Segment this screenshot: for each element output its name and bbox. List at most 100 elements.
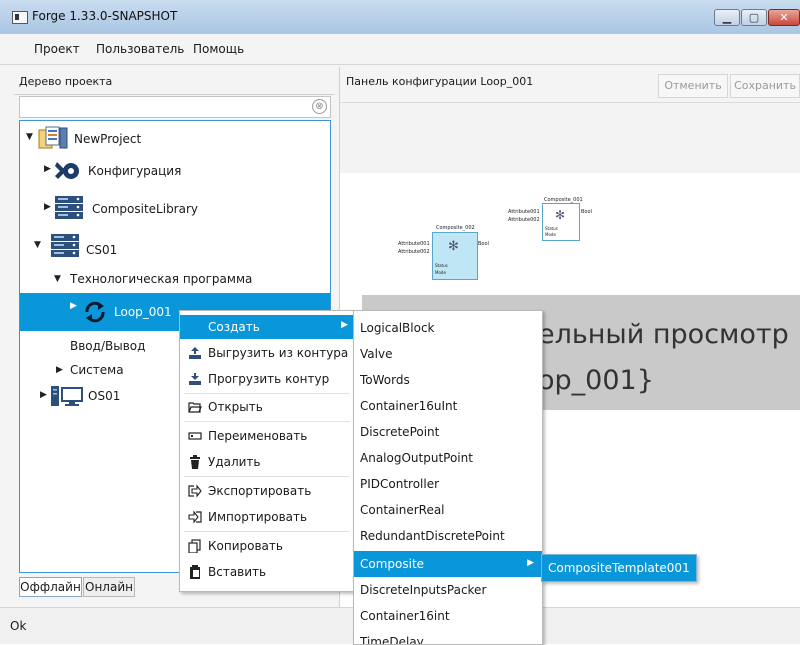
tree-item-label: NewProject [74,132,142,146]
menu-help[interactable]: Помощь [193,42,244,56]
create-item-label: RedundantDiscretePoint [360,529,505,543]
menu-item-create[interactable]: Создать ▶ [180,315,354,339]
menu-project[interactable]: Проект [34,42,80,56]
wrench-gear-icon [54,157,82,183]
server-rack-icon [50,233,80,259]
create-item-containerreal[interactable]: ContainerReal [354,497,542,523]
workstation-icon [50,385,84,407]
menu-separator [184,393,350,394]
tree-item-tech-program[interactable]: ▼ Технологическая программа [20,267,330,291]
composite-mode: Mode [545,232,556,237]
close-button[interactable]: ✕ [768,9,800,26]
create-item-label: Container16int [360,609,450,623]
composite-output: Bool [581,209,592,215]
tree-item-compositelibrary[interactable]: ▶ CompositeLibrary [20,193,330,223]
menu-item-open[interactable]: Открыть [180,395,354,419]
collapsed-arrow-icon[interactable]: ▶ [70,301,77,311]
maximize-icon: ▢ [748,11,760,24]
composite-output: Bool [478,241,489,247]
create-item-valve[interactable]: Valve [354,341,542,367]
create-item-logicalblock[interactable]: LogicalBlock [354,315,542,341]
menu-separator [184,476,350,477]
menu-item-label: Открыть [208,400,263,414]
create-item-label: Composite [360,557,425,571]
window-title: Forge 1.33.0-SNAPSHOT [32,9,178,23]
preview-text-line2: op_001} [538,365,654,396]
minimize-icon: ▁ [722,11,732,24]
collapsed-arrow-icon[interactable]: ▶ [44,202,51,212]
create-item-container16uint[interactable]: Container16uInt [354,393,542,419]
expanded-arrow-icon[interactable]: ▼ [26,132,33,142]
tab-online[interactable]: Онлайн [83,577,135,597]
create-item-pidcontroller[interactable]: PIDController [354,471,542,497]
create-item-redundantdiscretepoint[interactable]: RedundantDiscretePoint [354,523,542,549]
tree-item-label: CS01 [86,243,118,257]
unload-icon [188,346,202,360]
context-menu: Создать ▶ Выгрузить из контура Прогрузит… [179,310,355,592]
composite-input-1: Attribute001 [508,209,540,215]
snowflake-icon: ✻ [555,208,566,222]
menu-item-copy[interactable]: Копировать [180,534,354,558]
tree-search-input[interactable]: ⊗ [19,96,331,118]
create-item-analogoutputpoint[interactable]: AnalogOutputPoint [354,445,542,471]
menu-item-export[interactable]: Экспортировать [180,479,354,503]
rename-icon [188,429,202,443]
create-item-towords[interactable]: ToWords [354,367,542,393]
composite-template-item[interactable]: CompositeTemplate001 [548,561,690,575]
composite-block-002[interactable]: Composite_002 Attribute001 Attribute002 … [398,223,492,280]
title-bar: Forge 1.33.0-SNAPSHOT ▁ ▢ ✕ [0,0,800,35]
create-submenu: LogicalBlock Valve ToWords Container16uI… [353,310,543,645]
create-item-discreteinputspacker[interactable]: DiscreteInputsPacker [354,577,542,603]
composite-body: ✻ Status Mode [432,232,478,280]
create-item-label: ToWords [360,373,410,387]
create-item-label: PIDController [360,477,440,491]
collapsed-arrow-icon[interactable]: ▶ [44,164,51,174]
collapsed-arrow-icon[interactable]: ▶ [56,365,63,375]
tab-offline[interactable]: Оффлайн [19,577,82,597]
menu-item-paste[interactable]: Вставить [180,560,354,584]
cancel-button[interactable]: Отменить [658,74,728,98]
menu-item-import[interactable]: Импортировать [180,505,354,529]
menu-item-label: Экспортировать [208,484,312,498]
tree-item-newproject[interactable]: ▼ NewProject [20,123,330,153]
create-item-composite[interactable]: Composite ▶ [354,551,542,577]
menu-item-rename[interactable]: Переименовать [180,424,354,448]
menu-user[interactable]: Пользователь [96,42,184,56]
composite-submenu[interactable]: CompositeTemplate001 [541,554,697,582]
menu-item-unload[interactable]: Выгрузить из контура [180,341,354,365]
menu-item-delete[interactable]: Удалить [180,450,354,474]
create-item-label: TimeDelay [360,635,424,645]
canvas-top-strip [340,103,800,173]
paste-icon [188,565,202,579]
menu-item-label: Выгрузить из контура [208,346,349,360]
create-item-label: DiscreteInputsPacker [360,583,487,597]
expanded-arrow-icon[interactable]: ▼ [34,240,41,250]
tree-item-label: Loop_001 [114,305,172,319]
collapsed-arrow-icon[interactable]: ▶ [40,390,47,400]
maximize-button[interactable]: ▢ [741,9,767,26]
menu-item-load[interactable]: Прогрузить контур [180,367,354,391]
composite-status: Status [435,263,448,268]
clear-icon[interactable]: ⊗ [312,99,327,114]
expanded-arrow-icon[interactable]: ▼ [54,274,61,284]
composite-status: Status [545,226,558,231]
minimize-button[interactable]: ▁ [714,9,740,26]
create-item-label: AnalogOutputPoint [360,451,473,465]
project-tree-title: Дерево проекта [19,75,113,88]
close-icon: ✕ [779,11,789,24]
menu-separator [184,531,350,532]
create-item-label: DiscretePoint [360,425,440,439]
create-item-discretepoint[interactable]: DiscretePoint [354,419,542,445]
composite-block-001[interactable]: Composite_001 Attribute001 Attribute002 … [508,195,598,241]
menu-item-label: Вставить [208,565,267,579]
tree-item-configuration[interactable]: ▶ Конфигурация [20,155,330,185]
create-item-container16int[interactable]: Container16int [354,603,542,629]
composite-input-2: Attribute002 [508,217,540,223]
save-button[interactable]: Сохранить [730,74,800,98]
create-item-label: ContainerReal [360,503,445,517]
menu-item-label: Переименовать [208,429,308,443]
config-panel-title: Панель конфигурации Loop_001 [346,75,534,88]
submenu-arrow-icon: ▶ [527,558,534,568]
folder-open-icon [188,400,202,414]
tree-item-cs01[interactable]: ▼ CS01 [20,231,330,261]
